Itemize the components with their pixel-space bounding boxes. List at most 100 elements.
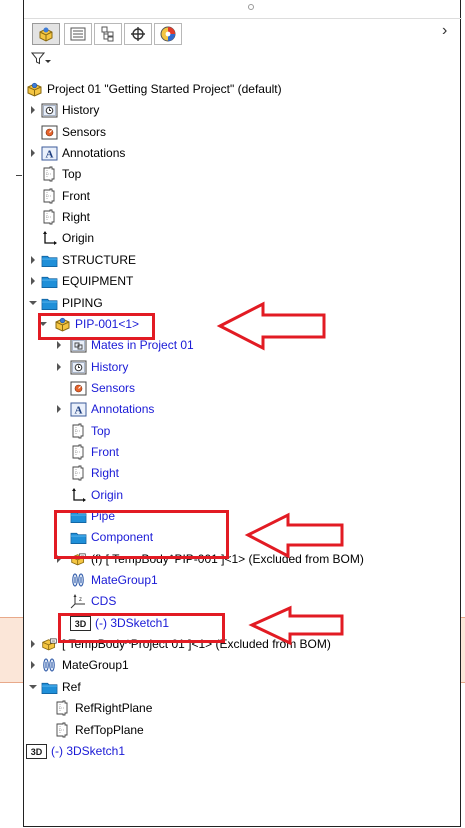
plane-icon	[70, 444, 87, 460]
callout-arrow-3	[248, 605, 344, 646]
origin-icon	[41, 230, 58, 246]
tree-item-label: MateGroup1	[91, 573, 158, 587]
expand-arrow-icon[interactable]	[28, 660, 38, 670]
folder-icon	[41, 679, 58, 695]
tree-item[interactable]: Sensors	[41, 122, 106, 142]
collapse-arrow-icon[interactable]	[28, 298, 38, 308]
tree-item-label: Origin	[91, 488, 124, 502]
tree-item[interactable]: History	[54, 357, 128, 377]
highlight-pip-001	[38, 313, 155, 340]
tree-item-label: Annotations	[62, 146, 126, 160]
panel-grip-handle[interactable]	[248, 4, 254, 10]
tree-item-label: History	[62, 103, 100, 117]
expand-arrow-icon[interactable]	[28, 639, 38, 649]
tree-item[interactable]: A Annotations	[28, 143, 125, 163]
dimxpert-icon	[130, 26, 146, 42]
annotation-band-left	[0, 617, 23, 683]
tab-property-manager[interactable]	[64, 23, 92, 45]
tree-item[interactable]: A Annotations	[54, 399, 154, 419]
history-icon	[70, 359, 87, 375]
history-icon	[41, 102, 58, 118]
filter-dropdown-arrow-icon[interactable]	[45, 60, 51, 63]
tab-feature-manager[interactable]	[32, 23, 60, 45]
tabs-overflow-chevron-icon[interactable]: ›	[442, 22, 447, 40]
svg-text:3D: 3D	[31, 747, 43, 757]
expand-arrow-icon[interactable]	[54, 404, 64, 414]
folder-icon	[41, 295, 58, 311]
tree-item[interactable]: Origin	[70, 485, 123, 505]
display-manager-icon	[160, 26, 176, 42]
collapse-arrow-icon[interactable]	[28, 682, 38, 692]
tree-item[interactable]: Ref	[28, 677, 81, 697]
tab-dimxpert-manager[interactable]	[124, 23, 152, 45]
tree-item-label: History	[91, 360, 129, 374]
assembly-icon	[26, 81, 43, 97]
tree-item[interactable]: Right	[70, 463, 119, 483]
temp-body-part-icon	[41, 636, 58, 652]
tree-item[interactable]: z CDS	[70, 591, 116, 611]
expand-arrow-icon[interactable]	[28, 276, 38, 286]
margin-tick	[16, 175, 22, 176]
feature-manager-icon	[37, 26, 55, 42]
panel-top-divider	[24, 18, 462, 19]
tree-item-label: Right	[62, 210, 91, 224]
tree-item-label: Front	[91, 445, 120, 459]
tree-item-label: MateGroup1	[62, 658, 129, 672]
tree-item[interactable]: STRUCTURE	[28, 250, 136, 270]
tree-item-label: RefRightPlane	[75, 701, 153, 715]
sensors-icon	[41, 124, 58, 140]
folder-icon	[41, 273, 58, 289]
plane-icon	[54, 722, 71, 738]
tree-item[interactable]: Project 01 "Getting Started Project" (de…	[26, 79, 282, 99]
tree-item-label: Right	[91, 466, 120, 480]
configuration-manager-icon	[100, 26, 116, 42]
tree-item[interactable]: Front	[41, 186, 90, 206]
callout-arrow-2	[244, 512, 344, 559]
tree-item[interactable]: Origin	[41, 228, 94, 248]
folder-icon	[41, 252, 58, 268]
tree-item[interactable]: History	[28, 100, 99, 120]
expand-arrow-icon[interactable]	[54, 340, 64, 350]
tree-item-label: Sensors	[62, 125, 107, 139]
tree-item-label: STRUCTURE	[62, 253, 136, 267]
tree-item-label: Mates in Project 01	[91, 338, 194, 352]
tree-item[interactable]: Sensors	[70, 378, 135, 398]
tree-item[interactable]: RefTopPlane	[54, 720, 144, 740]
expand-arrow-icon[interactable]	[28, 105, 38, 115]
tree-item[interactable]: RefRightPlane	[54, 698, 152, 718]
tree-item-label: Top	[91, 424, 111, 438]
plane-icon	[41, 188, 58, 204]
tree-item[interactable]: Right	[41, 207, 90, 227]
tree-item[interactable]: Top	[41, 164, 81, 184]
sensors-icon	[70, 380, 87, 396]
tree-item-label: Sensors	[91, 381, 136, 395]
tab-display-manager[interactable]	[154, 23, 182, 45]
expand-arrow-icon[interactable]	[28, 255, 38, 265]
tree-item-label: Project 01 "Getting Started Project" (de…	[47, 82, 282, 96]
tree-item[interactable]: Top	[70, 421, 110, 441]
mategroup-icon	[41, 657, 58, 673]
plane-icon	[41, 166, 58, 182]
svg-text:z: z	[79, 597, 82, 603]
expand-arrow-icon[interactable]	[28, 148, 38, 158]
tree-item[interactable]: EQUIPMENT	[28, 271, 133, 291]
plane-icon	[70, 423, 87, 439]
annotations-icon: A	[70, 401, 87, 417]
tree-item-label: Front	[62, 189, 91, 203]
tree-item-label: Top	[62, 167, 82, 181]
tree-item[interactable]: MateGroup1	[28, 655, 129, 675]
tree-item-label: CDS	[91, 594, 117, 608]
tree-item[interactable]: 3D (-) 3DSketch1	[26, 741, 125, 761]
svg-text:A: A	[46, 148, 54, 160]
plane-icon	[70, 465, 87, 481]
tab-configuration-manager[interactable]	[94, 23, 122, 45]
tree-item-label: (-) 3DSketch1	[51, 744, 126, 758]
tree-item[interactable]: Front	[70, 442, 119, 462]
filter-icon[interactable]	[30, 52, 46, 68]
expand-arrow-icon[interactable]	[54, 362, 64, 372]
tree-item[interactable]: MateGroup1	[70, 570, 158, 590]
coordinate-system-icon: z	[70, 593, 87, 609]
feature-manager-panel: › Project 01 "Getting Started Project" (…	[23, 0, 462, 827]
tree-item[interactable]: PIPING	[28, 293, 103, 313]
mategroup-icon	[70, 572, 87, 588]
